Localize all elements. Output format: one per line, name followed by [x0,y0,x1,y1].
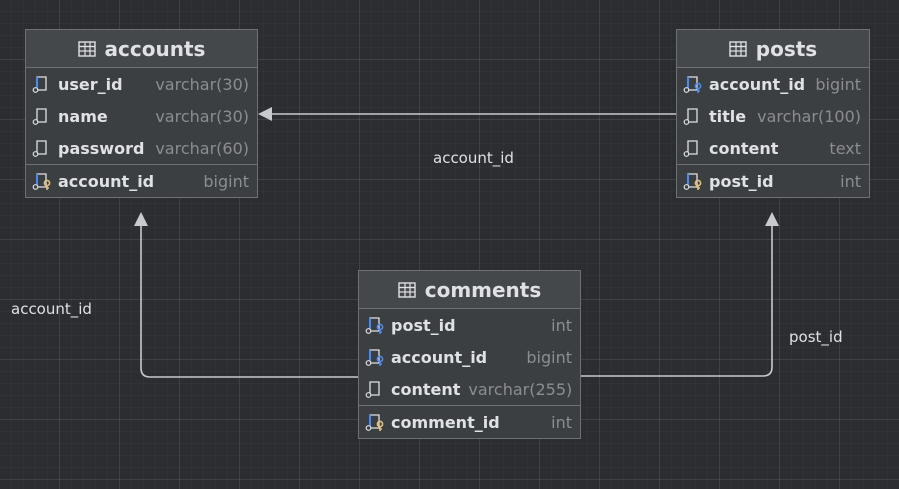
column-name: content [709,138,779,158]
relation-comments-accounts-line [140,226,358,378]
column-type: bigint [815,74,861,94]
foreign-key-icon [683,76,702,93]
primary-key-icon [365,414,384,431]
column-name: account_id [58,171,155,191]
column-row-post-id[interactable]: post_id int [677,164,869,197]
column-type: bigint [526,347,572,367]
relation-label-posts-accounts: account_id [433,149,514,167]
column-type: varchar(60) [155,138,249,158]
column-row-content[interactable]: content text [677,132,869,164]
column-type: text [829,138,861,158]
column-type: int [551,315,572,335]
table-accounts[interactable]: accounts user_id varchar(30) name varcha… [25,29,258,198]
table-accounts-title: accounts [104,36,206,61]
column-row-comment-id[interactable]: comment_id int [359,405,580,438]
column-type: varchar(100) [757,106,861,126]
foreign-key-icon [365,317,384,334]
column-name: name [58,106,108,126]
relation-posts-accounts-arrow [258,107,272,121]
table-accounts-header[interactable]: accounts [26,30,257,68]
column-row-account-id[interactable]: account_id bigint [26,164,257,197]
column-name: post_id [391,315,456,335]
table-posts[interactable]: posts account_id bigint title varchar(10… [676,29,870,198]
column-type: int [551,412,572,432]
column-icon [32,140,47,157]
table-comments-header[interactable]: comments [359,271,580,309]
relation-comments-accounts-arrow [134,212,148,226]
column-row-post-id[interactable]: post_id int [359,309,580,341]
primary-key-icon [32,173,51,190]
relation-label-comments-accounts: account_id [11,300,92,318]
column-row-password[interactable]: password varchar(60) [26,132,257,164]
column-type: varchar(30) [155,106,249,126]
column-name: account_id [391,347,488,367]
table-icon [398,281,416,298]
column-row-account-id[interactable]: account_id bigint [359,341,580,373]
column-icon [32,108,47,125]
relation-comments-posts-line [581,226,773,377]
column-icon [683,108,698,125]
column-name: post_id [709,171,774,191]
column-type: bigint [203,171,249,191]
column-name: content [391,379,461,399]
column-type: int [840,171,861,191]
relation-comments-posts-arrow [765,212,779,226]
column-name: title [709,106,747,126]
table-icon [77,40,96,57]
column-indexed-icon [32,76,47,93]
table-comments[interactable]: comments post_id int account_id bigint c… [358,270,581,439]
column-row-user-id[interactable]: user_id varchar(30) [26,68,257,100]
column-name: comment_id [391,412,500,432]
column-name: account_id [709,74,806,94]
column-row-account-id[interactable]: account_id bigint [677,68,869,100]
diagram-canvas[interactable]: account_id account_id post_id accounts u… [0,0,899,489]
table-posts-title: posts [755,36,818,61]
table-comments-title: comments [424,277,542,302]
column-row-content[interactable]: content varchar(255) [359,373,580,405]
column-type: varchar(30) [155,74,249,94]
column-name: user_id [58,74,123,94]
foreign-key-icon [365,349,384,366]
relation-label-comments-posts: post_id [789,328,843,346]
column-name: password [58,138,145,158]
table-posts-header[interactable]: posts [677,30,869,68]
column-row-name[interactable]: name varchar(30) [26,100,257,132]
column-icon [365,381,380,398]
column-row-title[interactable]: title varchar(100) [677,100,869,132]
primary-key-icon [683,173,702,190]
table-icon [729,40,747,57]
column-icon [683,140,698,157]
column-type: varchar(255) [468,379,573,399]
